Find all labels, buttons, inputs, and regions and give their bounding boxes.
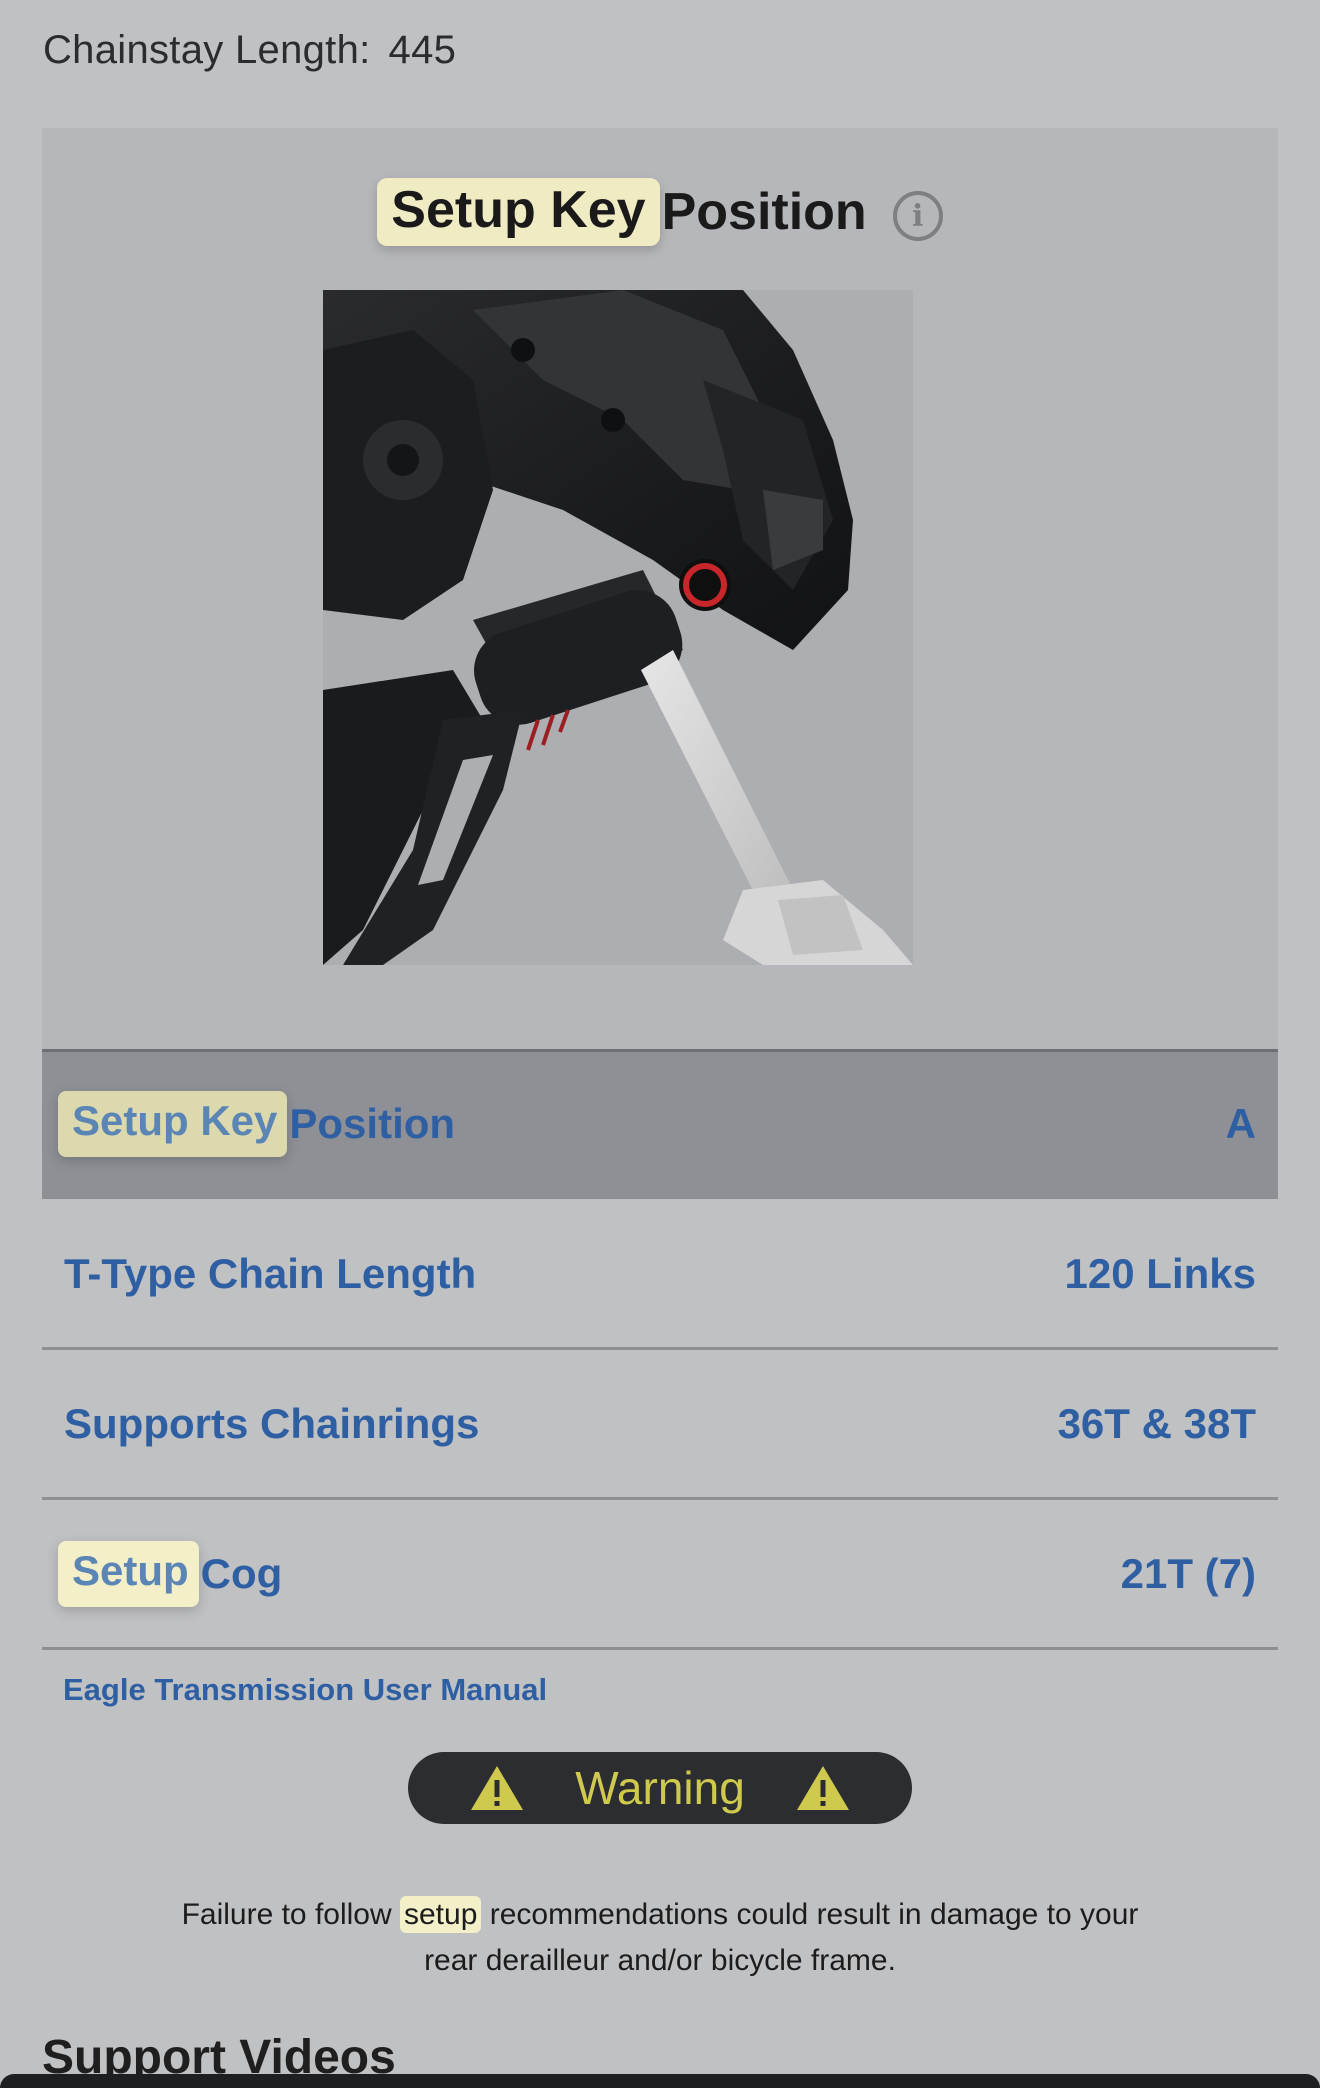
chainstay-value: 445 [388, 28, 457, 72]
screen-bottom-edge [0, 2074, 1320, 2088]
row-chain-length[interactable]: T-Type Chain Length 120 Links [42, 1200, 1278, 1350]
warning-badge: Warning [408, 1752, 912, 1824]
label-rest: Cog [200, 1549, 283, 1597]
disclaimer-after: recommendations could result in damage t… [424, 1898, 1139, 1977]
label-rest: Position [289, 1100, 456, 1147]
warning-label: Warning [575, 1762, 745, 1814]
derailleur-photo [323, 290, 913, 965]
warning-triangle-icon [796, 1766, 849, 1810]
page: Chainstay Length: 445 Setup Key Position … [0, 0, 1320, 2088]
derailleur-image [323, 290, 913, 965]
row-label: Setup Key Position [58, 1091, 456, 1157]
disclaimer-highlight: setup [400, 1896, 482, 1933]
title-highlight: Setup Key [377, 178, 660, 246]
row-label: Supports Chainrings [64, 1399, 480, 1447]
label-highlight: Setup Key [58, 1091, 288, 1157]
warning-triangle-icon [471, 1766, 524, 1810]
row-setup-cog[interactable]: Setup Cog 21T (7) [42, 1500, 1278, 1650]
chainstay-length: Chainstay Length: 445 [43, 28, 456, 73]
row-label: Setup Cog [58, 1540, 283, 1607]
card-title: Setup Key Position i [42, 170, 1278, 254]
row-label: T-Type Chain Length [64, 1249, 477, 1297]
chainstay-label: Chainstay Length: [43, 28, 371, 72]
user-manual-link[interactable]: Eagle Transmission User Manual [63, 1672, 547, 1708]
row-value: A [1225, 1100, 1256, 1147]
warning-disclaimer: Failure to follow setup recommendations … [160, 1892, 1160, 1984]
row-setup-key-position[interactable]: Setup Key Position A [42, 1049, 1278, 1199]
row-value: 36T & 38T [1057, 1399, 1256, 1447]
row-supports-chainrings[interactable]: Supports Chainrings 36T & 38T [42, 1350, 1278, 1500]
info-icon[interactable]: i [892, 191, 943, 241]
row-value: 21T (7) [1120, 1549, 1256, 1597]
title-rest: Position [661, 183, 867, 241]
row-value: 120 Links [1064, 1249, 1256, 1297]
setup-key-position-card: Setup Key Position i [42, 128, 1278, 1050]
disclaimer-before: Failure to follow [181, 1898, 392, 1931]
label-highlight: Setup [58, 1540, 199, 1607]
